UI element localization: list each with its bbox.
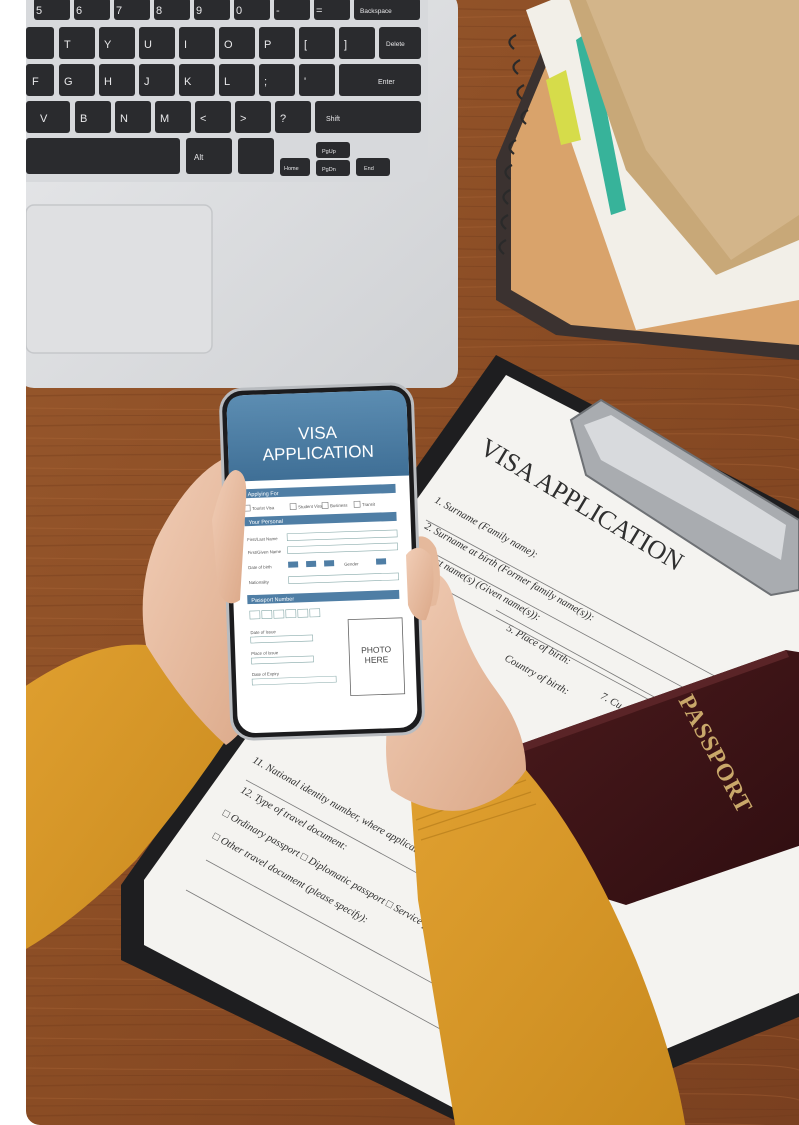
- key-label: G: [64, 76, 73, 88]
- key-delete-label: Delete: [386, 41, 405, 48]
- key-label: U: [144, 39, 152, 51]
- phone-field-label: Date of Expiry: [252, 671, 280, 677]
- key-label: J: [144, 76, 150, 88]
- key-label: 8: [156, 5, 162, 17]
- key-end-label: End: [364, 166, 374, 172]
- key-label: V: [40, 113, 48, 125]
- right-thumb: [406, 547, 434, 621]
- key-label: ;: [264, 76, 267, 88]
- key-shift-label: Shift: [326, 116, 340, 123]
- key-label: M: [160, 113, 169, 125]
- key-label: -: [276, 5, 280, 17]
- key-enter-label: Enter: [378, 79, 395, 86]
- phone-field-label: Date of Issue: [250, 629, 276, 635]
- phone-option: Transit: [362, 502, 376, 507]
- phone-option: Business: [330, 503, 348, 509]
- key-backspace-label: Backspace: [360, 8, 392, 15]
- key-label: I: [184, 39, 187, 51]
- phone-field-label: Place of Issue: [251, 650, 279, 656]
- key-label: Y: [104, 39, 112, 51]
- key-label: >: [240, 113, 246, 125]
- key-label: 0: [236, 5, 242, 17]
- key-label: 7: [116, 5, 122, 17]
- phone-photo-line2: HERE: [365, 654, 389, 665]
- notebook-stack: [496, 0, 799, 360]
- key-label: ]: [344, 39, 347, 51]
- key-label: T: [64, 39, 71, 51]
- stock-photo-scene: Backspace Delete Enter Shift Alt Home Pg…: [26, 0, 799, 1125]
- key-label: <: [200, 113, 206, 125]
- phone-section-personal: Your Personal: [249, 519, 284, 526]
- key-pgup-label: PgUp: [322, 149, 336, 155]
- key-label: B: [80, 113, 87, 125]
- key-label: H: [104, 76, 112, 88]
- phone-field-label: Date of birth: [248, 564, 272, 570]
- phone-field-label: Gender: [344, 561, 359, 567]
- key-label: K: [184, 76, 192, 88]
- phone-field-label: Nationality: [249, 579, 270, 585]
- key-label: =: [316, 5, 322, 17]
- key-home-label: Home: [284, 166, 299, 172]
- phone-section-applying: Applying For: [248, 491, 279, 498]
- key-label: 6: [76, 5, 82, 17]
- key-label: 5: [36, 5, 42, 17]
- key-label: 9: [196, 5, 202, 17]
- key-label: F: [32, 76, 39, 88]
- trackpad: [26, 204, 213, 354]
- key-label: P: [264, 39, 271, 51]
- photo-frame: Backspace Delete Enter Shift Alt Home Pg…: [26, 0, 799, 1125]
- phone-title-line1: VISA: [298, 423, 338, 443]
- phone-option: Student Visa: [298, 503, 323, 509]
- key-label: L: [224, 76, 230, 88]
- phone-option: Tourist Visa: [252, 505, 275, 511]
- phone-title-line2: APPLICATION: [262, 442, 374, 465]
- key-label: ?: [280, 113, 286, 125]
- key-label: ': [304, 76, 306, 88]
- key-label: O: [224, 39, 233, 51]
- key-alt-label: Alt: [194, 153, 204, 162]
- key-label: [: [304, 39, 307, 51]
- key-label: N: [120, 113, 128, 125]
- key-pgdn-label: PgDn: [322, 167, 336, 173]
